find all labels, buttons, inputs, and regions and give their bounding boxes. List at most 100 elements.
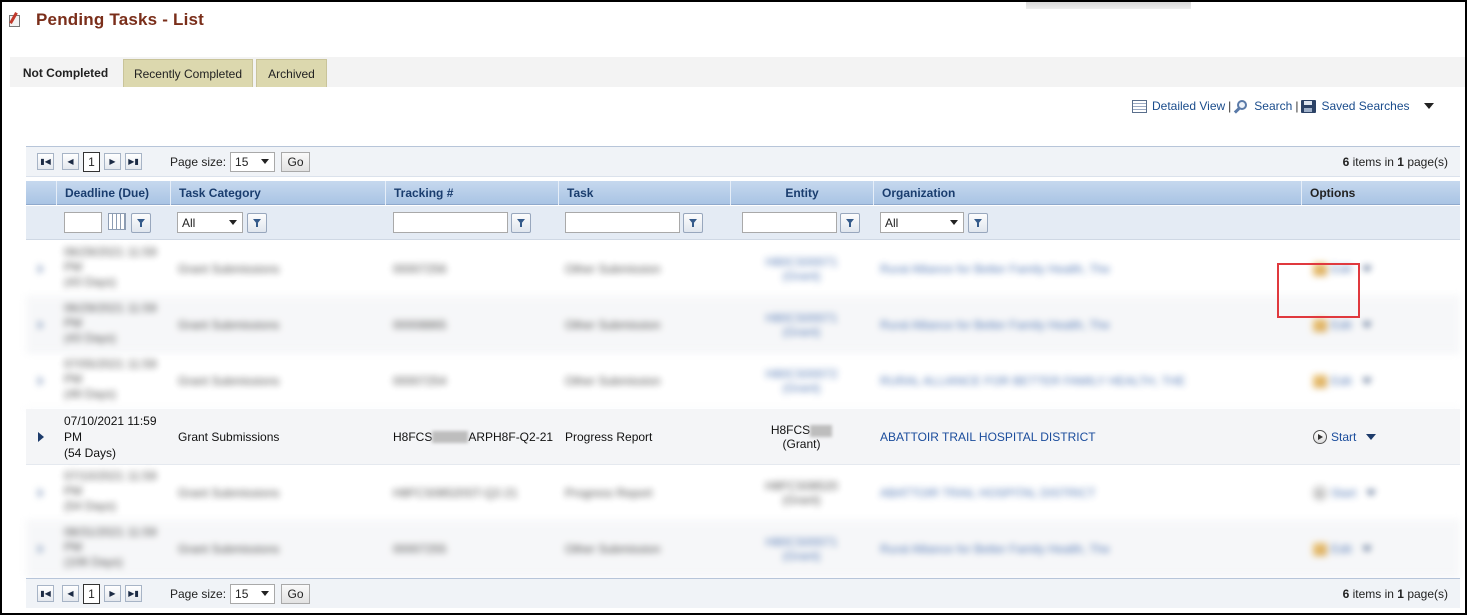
page-number-button[interactable]: 1 <box>83 583 100 604</box>
expand-row-icon[interactable] <box>38 376 44 386</box>
pages-text: page(s) <box>1407 154 1448 169</box>
next-page-button[interactable]: ▶ <box>104 585 121 602</box>
tasks-grid: ▮◀ ◀ 1 ▶ ▶▮ Page size: 15 Go 6 items in … <box>26 146 1460 608</box>
task-filter-input[interactable] <box>565 212 680 233</box>
tracking-prefix: H8FCS <box>393 430 433 444</box>
entity-filter-input[interactable] <box>742 212 837 233</box>
tab-archived[interactable]: Archived <box>256 59 327 87</box>
options-dropdown-icon[interactable] <box>1361 546 1372 552</box>
window-frame: Pending Tasks - List Not Completed Recen… <box>0 0 1467 615</box>
filter-icon[interactable] <box>968 213 988 233</box>
expand-row-icon[interactable] <box>38 320 44 330</box>
next-page-button[interactable]: ▶ <box>104 153 121 170</box>
first-page-button[interactable]: ▮◀ <box>37 153 54 170</box>
entity-cell[interactable]: H8FCS (Grant) <box>730 409 873 465</box>
entity-number-wrap: H8FCS <box>771 423 833 437</box>
tab-not-completed[interactable]: Not Completed <box>10 59 121 87</box>
options-dropdown-icon[interactable] <box>1361 378 1372 384</box>
entity-cell[interactable]: H80CS00071 (Grant) <box>730 521 873 577</box>
pages-text: page(s) <box>1407 586 1448 601</box>
tab-recently-completed[interactable]: Recently Completed <box>123 59 253 87</box>
page-size-select[interactable]: 15 <box>230 583 276 604</box>
tracking-cell: H8FCS ARPH8F-Q2-21 <box>393 409 553 465</box>
options-dropdown-icon[interactable] <box>1366 434 1377 440</box>
options-dropdown-icon[interactable] <box>1361 322 1372 328</box>
column-header-task[interactable]: Task <box>558 181 730 205</box>
expand-row-icon[interactable] <box>38 488 44 498</box>
tracking-filter-input[interactable] <box>393 212 508 233</box>
expand-row-icon[interactable] <box>38 544 44 554</box>
filter-icon[interactable] <box>840 213 860 233</box>
expand-row-icon[interactable] <box>38 264 44 274</box>
items-info: 6 items in 1 page(s) <box>1343 587 1448 601</box>
entity-cell[interactable]: H8FCS08520 (Grant) <box>730 465 873 521</box>
go-button[interactable]: Go <box>281 583 311 604</box>
start-link[interactable]: Start <box>1331 430 1356 444</box>
prev-page-button[interactable]: ◀ <box>62 153 79 170</box>
organization-filter-value: All <box>885 215 899 230</box>
last-page-button[interactable]: ▶▮ <box>125 585 142 602</box>
column-header-tracking[interactable]: Tracking # <box>385 181 558 205</box>
task-category-filter-value: All <box>182 215 196 230</box>
chevron-down-icon <box>229 220 237 225</box>
organization-link[interactable]: Rural Alliance for Better Family Health,… <box>880 521 1110 577</box>
entity-type: (Grant) <box>782 437 821 451</box>
page-number-button[interactable]: 1 <box>83 151 100 172</box>
first-page-button[interactable]: ▮◀ <box>37 585 54 602</box>
saved-searches-dropdown-icon[interactable] <box>1423 103 1434 109</box>
filter-icon[interactable] <box>511 213 531 233</box>
prev-page-button[interactable]: ◀ <box>62 585 79 602</box>
column-header-task-category[interactable]: Task Category <box>170 181 385 205</box>
last-page-button[interactable]: ▶▮ <box>125 153 142 170</box>
entity-cell[interactable]: H80CS00071 (Grant) <box>730 241 873 297</box>
pages-count: 1 <box>1397 154 1404 169</box>
deadline-filter-input[interactable] <box>64 212 102 233</box>
organization-filter-select[interactable]: All <box>880 212 964 233</box>
edit-link[interactable]: Edit <box>1331 542 1352 556</box>
deadline-date: 07/10/2021 11:59 <box>64 414 157 428</box>
deadline-cell: 07/10/2021 11:59 PM (54 Days) <box>64 409 168 465</box>
play-icon[interactable] <box>1313 486 1327 500</box>
organization-link[interactable]: Rural Alliance for Better Family Health,… <box>880 297 1110 353</box>
filter-icon[interactable] <box>683 213 703 233</box>
page-size-select[interactable]: 15 <box>230 151 276 172</box>
start-link[interactable]: Start <box>1331 486 1356 500</box>
column-header-deadline[interactable]: Deadline (Due) <box>56 181 170 205</box>
edit-icon[interactable] <box>1313 374 1327 388</box>
column-header-organization[interactable]: Organization <box>873 181 1301 205</box>
options-dropdown-icon[interactable] <box>1361 266 1372 272</box>
edit-icon[interactable] <box>1313 542 1327 556</box>
task-category-cell: Grant Submissions <box>178 262 280 276</box>
filter-icon[interactable] <box>247 213 267 233</box>
table-row: 07/05/2021 11:59 PM (49 Days) Grant Subm… <box>26 353 1460 409</box>
options-dropdown-icon[interactable] <box>1366 490 1377 496</box>
play-icon[interactable] <box>1313 430 1327 444</box>
edit-link[interactable]: Edit <box>1331 374 1352 388</box>
deadline-cell: 06/29/2021 11:59 PM (43 Days) <box>64 297 168 353</box>
task-category-cell: Grant Submissions <box>178 542 280 556</box>
entity-number: H80CS00072 <box>765 367 838 381</box>
page-size-value: 15 <box>235 154 249 169</box>
entity-cell[interactable]: H80CS00072 (Grant) <box>730 353 873 409</box>
detailed-view-link[interactable]: Detailed View <box>1152 99 1225 113</box>
organization-link[interactable]: ABATTOIR TRAIL HOSPITAL DISTRICT <box>880 409 1096 465</box>
deadline-time: PM <box>64 316 82 330</box>
deadline-days: (43 Days) <box>64 331 117 345</box>
deadline-days: (49 Days) <box>64 387 117 401</box>
organization-link[interactable]: RURAL ALLIANCE FOR BETTER FAMILY HEALTH,… <box>880 353 1185 409</box>
filter-icon[interactable] <box>131 213 151 233</box>
edit-link[interactable]: Edit <box>1331 318 1352 332</box>
search-link[interactable]: Search <box>1254 99 1292 113</box>
edit-icon[interactable] <box>1313 318 1327 332</box>
calendar-icon[interactable] <box>108 213 126 230</box>
entity-cell[interactable]: H80CS00071 (Grant) <box>730 297 873 353</box>
saved-searches-link[interactable]: Saved Searches <box>1321 99 1409 113</box>
organization-link[interactable]: Rural Alliance for Better Family Health,… <box>880 241 1110 297</box>
go-button[interactable]: Go <box>281 151 311 172</box>
column-header-entity[interactable]: Entity <box>730 181 873 205</box>
entity-type: (Grant) <box>782 269 821 283</box>
detailed-view-icon <box>1132 99 1147 113</box>
expand-row-icon[interactable] <box>38 432 44 442</box>
task-category-filter-select[interactable]: All <box>177 212 243 233</box>
organization-link[interactable]: ABATTOIR TRAIL HOSPITAL DISTRICT <box>880 465 1096 521</box>
